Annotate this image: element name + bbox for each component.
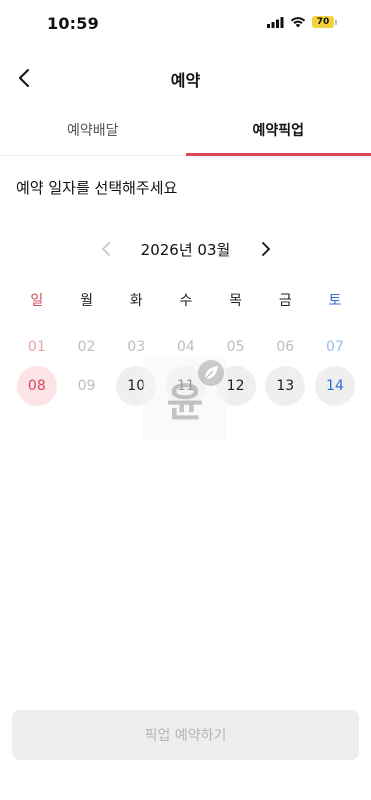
chevron-right-icon (262, 242, 270, 256)
day-number[interactable]: 14 (314, 366, 355, 406)
page-title: 예약 (170, 71, 201, 90)
watermark-logo: 윤 (143, 357, 227, 441)
weekday-header: 일 월 화 수 목 금 토 (12, 290, 360, 310)
wifi-icon (290, 17, 306, 28)
weekday-tuesday: 화 (129, 293, 143, 309)
weekday-wednesday: 수 (179, 293, 193, 309)
status-time: 10:59 (47, 14, 99, 33)
day-number: 07 (326, 339, 344, 355)
weekday-friday: 금 (278, 293, 292, 309)
day-number: 06 (276, 339, 295, 355)
battery-icon: 70 (312, 16, 337, 28)
day-number: 01 (27, 339, 46, 355)
day-number: 08 (16, 366, 57, 406)
tab-reserved-delivery[interactable]: 예약배달 (0, 110, 186, 155)
leaf-icon (198, 360, 224, 386)
tab-reserved-pickup[interactable]: 예약픽업 (185, 110, 371, 156)
calendar-day-available[interactable]: 13 (260, 366, 310, 406)
status-icons: 70 (267, 16, 337, 28)
calendar-day: 07 (310, 327, 360, 367)
status-bar: 10:59 70 (0, 0, 371, 48)
tab-bar: 예약배달 예약픽업 (0, 110, 371, 156)
pickup-reserve-button[interactable]: 픽업 예약하기 (12, 710, 359, 760)
weekday-sunday: 일 (30, 293, 44, 309)
day-number[interactable]: 13 (265, 366, 306, 406)
calendar-day: 02 (62, 327, 112, 367)
day-number: 09 (77, 378, 96, 394)
next-month-button[interactable] (256, 238, 276, 260)
month-label: 2026년 03월 (140, 241, 231, 259)
weekday-monday: 월 (80, 293, 93, 309)
month-navigation: 2026년 03월 (0, 238, 371, 262)
weekday-saturday: 토 (328, 293, 342, 309)
day-number: 02 (77, 339, 96, 355)
nav-bar: 예약 (0, 56, 371, 100)
calendar-day: 09 (62, 366, 112, 406)
weekday-thursday: 목 (229, 293, 243, 309)
calendar-day-today: 08 (12, 366, 62, 406)
calendar-day: 01 (12, 327, 62, 367)
battery-level: 70 (316, 17, 330, 27)
calendar-day: 06 (260, 327, 310, 367)
cellular-signal-icon (267, 16, 284, 28)
date-select-prompt: 예약 일자를 선택해주세요 (16, 179, 178, 197)
calendar-day-available[interactable]: 14 (310, 366, 360, 406)
